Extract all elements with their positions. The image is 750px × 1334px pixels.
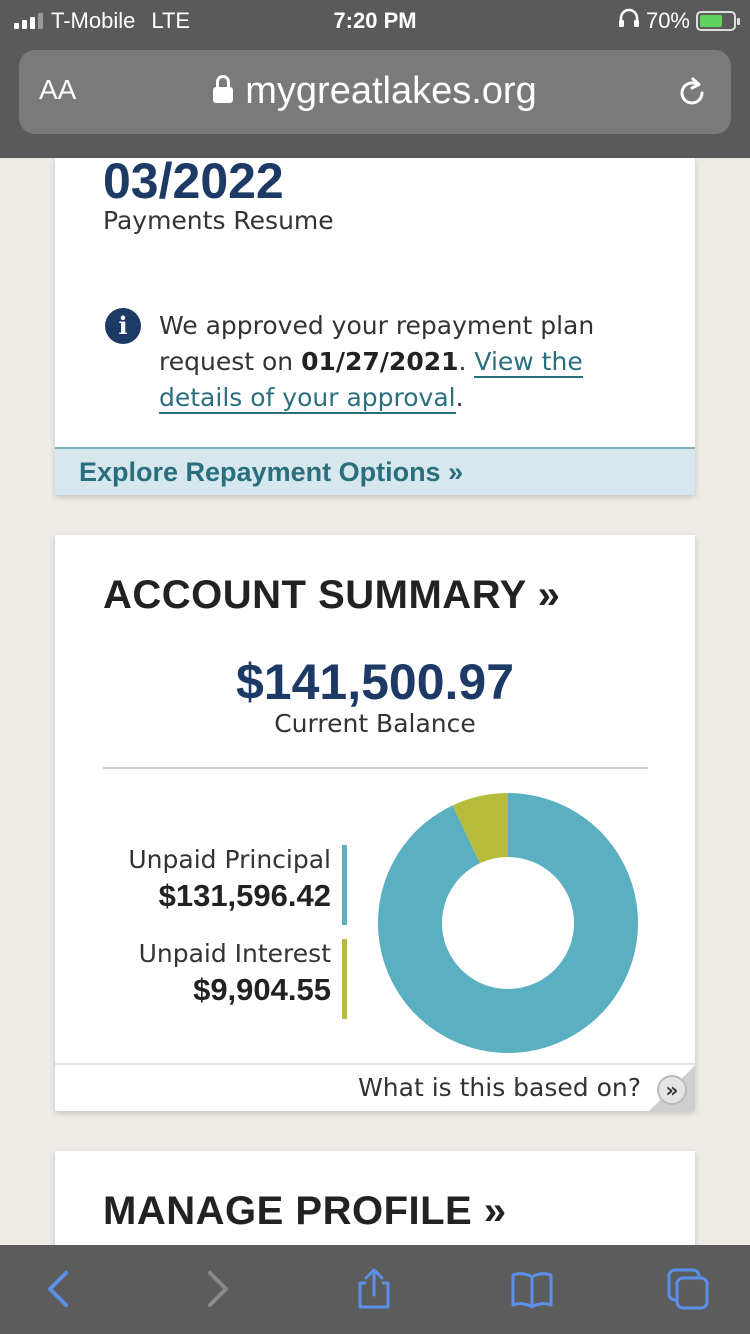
tabs-icon[interactable] — [666, 1267, 710, 1311]
principal-value: $131,596.42 — [158, 878, 331, 913]
divider — [103, 767, 648, 769]
url-bar[interactable]: AA mygreatlakes.org — [19, 50, 731, 134]
manage-profile-link[interactable]: MANAGE PROFILE » — [103, 1189, 507, 1234]
interest-color-bar — [342, 939, 347, 1019]
battery-fill — [700, 15, 723, 27]
forward-icon[interactable] — [196, 1267, 240, 1311]
repayment-plan-card: 03/2022 Payments Resume i We approved yo… — [55, 153, 695, 495]
manage-profile-card: MANAGE PROFILE » — [55, 1151, 695, 1251]
based-on-button[interactable]: » — [657, 1075, 687, 1105]
approval-message: We approved your repayment plan request … — [159, 308, 639, 416]
interest-label: Unpaid Interest — [138, 939, 331, 968]
browser-toolbar — [0, 1245, 750, 1334]
account-summary-card: ACCOUNT SUMMARY » $141,500.97 Current Ba… — [55, 535, 695, 1111]
based-on-text[interactable]: What is this based on? — [358, 1073, 641, 1102]
info-icon: i — [105, 308, 141, 344]
based-on-row[interactable]: What is this based on? » — [55, 1063, 695, 1111]
back-icon[interactable] — [36, 1267, 80, 1311]
status-bar: T-Mobile LTE 7:20 PM 70% — [0, 0, 750, 42]
current-balance-value: $141,500.97 — [235, 654, 515, 710]
payments-resume-date: 03/2022 — [103, 153, 284, 209]
interest-value: $9,904.55 — [193, 972, 331, 1007]
battery-icon — [696, 11, 740, 31]
lock-icon — [213, 74, 234, 103]
payments-resume-label: Payments Resume — [103, 206, 334, 235]
principal-color-bar — [342, 845, 347, 925]
approval-suffix: . — [455, 383, 464, 412]
status-right: 70% — [618, 8, 740, 34]
address-field[interactable]: mygreatlakes.org — [19, 70, 731, 113]
explore-repayment-options-link[interactable]: Explore Repayment Options » — [55, 447, 695, 495]
legend-interest: Unpaid Interest $9,904.55 — [138, 939, 347, 1019]
approval-date: 01/27/2021 — [301, 347, 459, 376]
account-summary-link[interactable]: ACCOUNT SUMMARY » — [103, 573, 560, 618]
legend-principal: Unpaid Principal $131,596.42 — [128, 845, 347, 925]
headphones-icon — [618, 8, 640, 34]
share-icon[interactable] — [352, 1267, 396, 1311]
browser-chrome: T-Mobile LTE 7:20 PM 70% AA mygreatlakes… — [0, 0, 750, 158]
principal-label: Unpaid Principal — [128, 845, 331, 874]
balance-donut-chart — [378, 793, 638, 1053]
current-balance-label: Current Balance — [274, 709, 476, 738]
bookmarks-icon[interactable] — [510, 1267, 554, 1311]
domain-text: mygreatlakes.org — [245, 70, 537, 112]
reload-icon[interactable] — [675, 76, 709, 110]
approval-separator: . — [458, 347, 475, 376]
battery-percent: 70% — [645, 8, 690, 33]
